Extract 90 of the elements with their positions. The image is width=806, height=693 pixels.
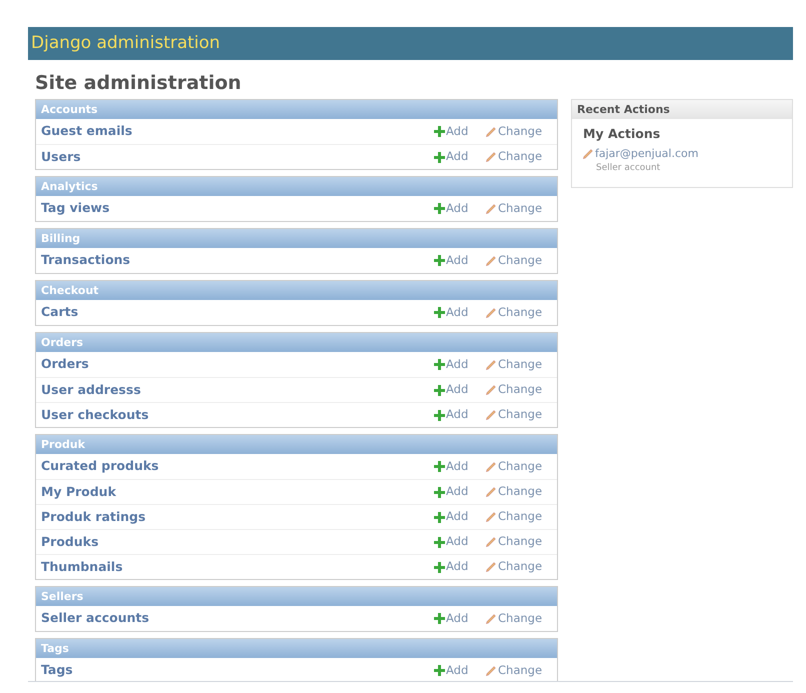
pencil-icon: [486, 562, 496, 572]
change-link[interactable]: Change: [486, 148, 552, 166]
plus-icon: [434, 536, 445, 548]
page-heading: Site administration: [35, 71, 242, 95]
plus-icon: [434, 461, 445, 472]
model-link[interactable]: Guest emails: [41, 122, 434, 141]
plus-icon: [434, 410, 445, 420]
action-type: Seller account: [596, 162, 662, 176]
pencil-icon: [486, 537, 496, 547]
change-link[interactable]: Change: [486, 533, 552, 551]
plus-icon: [434, 359, 445, 370]
plus-icon: [434, 307, 445, 318]
add-link[interactable]: Add: [434, 508, 486, 526]
pencil-icon: [486, 462, 496, 472]
change-link[interactable]: Change: [486, 558, 552, 576]
change-link[interactable]: Change: [486, 406, 552, 424]
add-link[interactable]: Add: [434, 406, 486, 424]
model-link[interactable]: User addresss: [41, 380, 434, 400]
pencil-icon: [486, 410, 496, 420]
pencil-icon: [486, 614, 496, 624]
change-link[interactable]: Change: [486, 122, 552, 140]
model-link[interactable]: Produk ratings: [41, 508, 434, 526]
pencil-icon: [486, 308, 496, 318]
plus-icon: [434, 562, 445, 572]
pencil-icon: [486, 666, 496, 676]
model-link[interactable]: Tags: [41, 661, 434, 680]
plus-icon: [434, 203, 445, 214]
plus-icon: [434, 152, 445, 162]
add-link[interactable]: Add: [434, 381, 486, 399]
pencil-icon: [486, 204, 496, 214]
change-link[interactable]: Change: [486, 381, 552, 399]
model-link[interactable]: Carts: [41, 303, 434, 322]
module-caption[interactable]: Orders: [36, 333, 557, 352]
add-link[interactable]: Add: [434, 200, 486, 218]
plus-icon: [434, 486, 445, 498]
add-link[interactable]: Add: [434, 356, 486, 374]
add-link[interactable]: Add: [434, 483, 486, 501]
pencil-icon: [486, 152, 496, 162]
plus-icon: [434, 126, 445, 137]
model-link[interactable]: Transactions: [41, 251, 434, 270]
panel-caption: Recent Actions: [572, 100, 792, 119]
module-caption[interactable]: Analytics: [36, 177, 557, 196]
add-link[interactable]: Add: [434, 610, 486, 628]
change-link[interactable]: Change: [486, 458, 552, 476]
module-caption[interactable]: Tags: [36, 639, 557, 658]
pencil-icon: [486, 512, 496, 522]
change-link[interactable]: Change: [486, 508, 552, 526]
add-link[interactable]: Add: [434, 662, 486, 680]
plus-icon: [434, 384, 445, 396]
plus-icon: [434, 613, 445, 624]
plus-icon: [434, 512, 445, 522]
module-caption[interactable]: Accounts: [36, 100, 557, 119]
add-link[interactable]: Add: [434, 304, 486, 322]
module-caption[interactable]: Billing: [36, 229, 557, 248]
add-link[interactable]: Add: [434, 458, 486, 476]
change-link[interactable]: Change: [486, 662, 552, 680]
module-caption[interactable]: Sellers: [36, 587, 557, 606]
model-link[interactable]: Seller accounts: [41, 609, 434, 628]
pencil-icon: [486, 360, 496, 370]
change-link[interactable]: Change: [486, 252, 552, 270]
change-link[interactable]: Change: [486, 356, 552, 374]
pencil-icon: [583, 149, 593, 159]
add-link[interactable]: Add: [434, 533, 486, 551]
pencil-icon: [486, 256, 496, 266]
model-link[interactable]: Users: [41, 148, 434, 166]
add-link[interactable]: Add: [434, 558, 486, 576]
model-link[interactable]: My Produk: [41, 482, 434, 502]
add-link[interactable]: Add: [434, 148, 486, 166]
change-link[interactable]: Change: [486, 610, 552, 628]
add-link[interactable]: Add: [434, 252, 486, 270]
model-link[interactable]: Thumbnails: [41, 558, 434, 576]
model-link[interactable]: User checkouts: [41, 406, 434, 424]
plus-icon: [434, 255, 445, 266]
pencil-icon: [486, 487, 496, 497]
pencil-icon: [486, 385, 496, 395]
model-link[interactable]: Produks: [41, 532, 434, 552]
change-link[interactable]: Change: [486, 200, 552, 218]
model-link[interactable]: Orders: [41, 355, 434, 374]
add-link[interactable]: Add: [434, 122, 486, 140]
change-link[interactable]: Change: [486, 483, 552, 501]
site-title[interactable]: Django administration: [31, 30, 220, 56]
action-link[interactable]: fajar@penjual.com: [595, 146, 698, 162]
panel-title: My Actions: [583, 125, 662, 143]
pencil-icon: [486, 126, 496, 136]
change-link[interactable]: Change: [486, 304, 552, 322]
module-caption[interactable]: Checkout: [36, 281, 557, 300]
model-link[interactable]: Curated produks: [41, 457, 434, 476]
model-link[interactable]: Tag views: [41, 199, 434, 218]
module-caption[interactable]: Produk: [36, 435, 557, 454]
plus-icon: [434, 665, 445, 676]
